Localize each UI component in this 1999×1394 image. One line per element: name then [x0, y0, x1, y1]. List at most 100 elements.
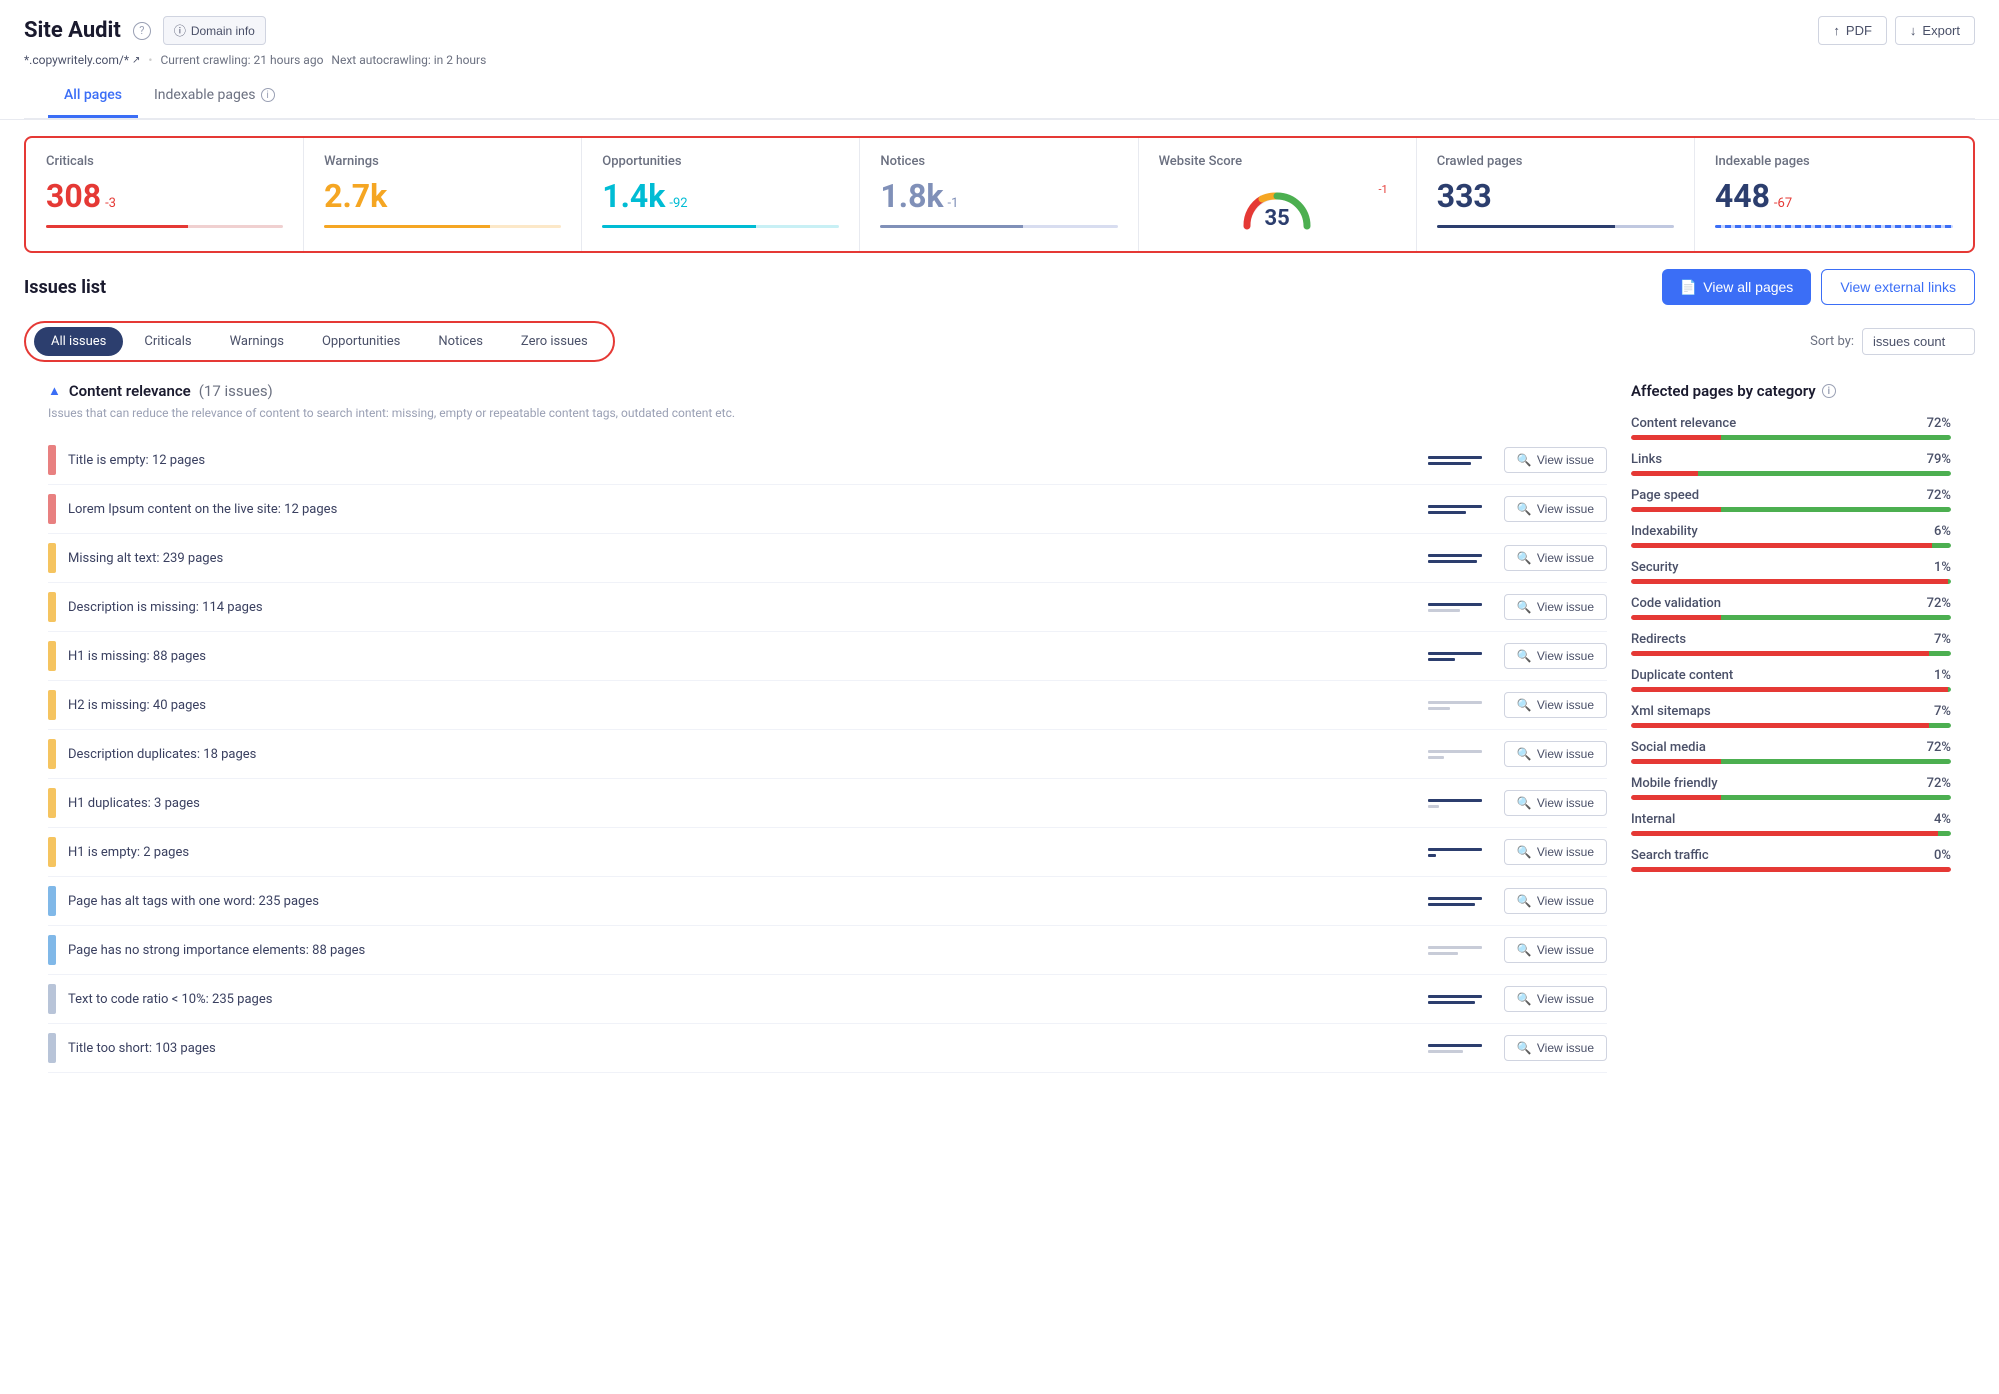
- filter-tab-opportunities[interactable]: Opportunities: [305, 327, 417, 356]
- category-pct: 72%: [1927, 488, 1951, 503]
- sidebar-title: Affected pages by category i: [1631, 382, 1951, 400]
- stat-card-warnings: Warnings 2.7k: [304, 138, 582, 251]
- category-pct: 7%: [1934, 704, 1951, 719]
- issue-text: H1 is missing: 88 pages: [68, 649, 1412, 664]
- stat-card-indexable: Indexable pages 448 -67: [1695, 138, 1973, 251]
- issue-bar: [1428, 451, 1488, 469]
- view-external-links-button[interactable]: View external links: [1821, 269, 1975, 305]
- stat-label-opportunities: Opportunities: [602, 154, 839, 169]
- domain-info-button[interactable]: ⓘ Domain info: [163, 16, 266, 45]
- issue-text: H2 is missing: 40 pages: [68, 698, 1412, 713]
- issue-row: Text to code ratio < 10%: 235 pages 🔍Vie…: [48, 975, 1607, 1024]
- category-name: Security: [1631, 560, 1678, 575]
- category-pct: 1%: [1934, 668, 1951, 683]
- stat-label-criticals: Criticals: [46, 154, 283, 169]
- search-icon: 🔍: [1517, 747, 1532, 761]
- issue-row: H2 is missing: 40 pages 🔍View issue: [48, 681, 1607, 730]
- category-pct: 1%: [1934, 560, 1951, 575]
- sort-select[interactable]: issues count: [1862, 328, 1975, 355]
- issue-row: Page has alt tags with one word: 235 pag…: [48, 877, 1607, 926]
- view-issue-button[interactable]: 🔍View issue: [1504, 594, 1607, 620]
- stat-card-criticals: Criticals 308 -3: [26, 138, 304, 251]
- issue-indicator-warning: [48, 690, 56, 720]
- issue-row: Title is empty: 12 pages 🔍View issue: [48, 436, 1607, 485]
- category-bar: [1631, 759, 1951, 764]
- view-issue-button[interactable]: 🔍View issue: [1504, 545, 1607, 571]
- view-issue-button[interactable]: 🔍View issue: [1504, 643, 1607, 669]
- filter-tab-notices[interactable]: Notices: [421, 327, 500, 356]
- issue-text: Description is missing: 114 pages: [68, 600, 1412, 615]
- category-bar: [1631, 615, 1951, 620]
- stat-value-warnings: 2.7k: [324, 177, 561, 215]
- category-pct: 0%: [1934, 848, 1951, 863]
- issue-indicator-warning: [48, 641, 56, 671]
- search-icon: 🔍: [1517, 894, 1532, 908]
- category-header: Xml sitemaps 7%: [1631, 704, 1951, 719]
- help-icon[interactable]: ?: [133, 22, 151, 40]
- view-issue-button[interactable]: 🔍View issue: [1504, 741, 1607, 767]
- category-name: Search traffic: [1631, 848, 1709, 863]
- filter-tab-criticals[interactable]: Criticals: [127, 327, 208, 356]
- category-name: Xml sitemaps: [1631, 704, 1711, 719]
- stat-bar-warnings: [324, 225, 561, 228]
- issue-bar: [1428, 892, 1488, 910]
- filter-tab-warnings[interactable]: Warnings: [213, 327, 301, 356]
- view-all-pages-button[interactable]: 📄 View all pages: [1662, 269, 1811, 305]
- filter-sort-row: All issues Criticals Warnings Opportunit…: [24, 321, 1975, 362]
- view-issue-button[interactable]: 🔍View issue: [1504, 888, 1607, 914]
- filter-tabs: All issues Criticals Warnings Opportunit…: [34, 327, 605, 356]
- issue-indicator-notice: [48, 984, 56, 1014]
- pdf-button[interactable]: ↑ PDF: [1818, 16, 1887, 45]
- view-issue-button[interactable]: 🔍View issue: [1504, 447, 1607, 473]
- stat-value-crawled: 333: [1437, 177, 1674, 215]
- filter-tab-zero-issues[interactable]: Zero issues: [504, 327, 605, 356]
- search-icon: 🔍: [1517, 649, 1532, 663]
- content-section-count: (17 issues): [199, 382, 273, 400]
- category-header: Indexability 6%: [1631, 524, 1951, 539]
- export-button[interactable]: ↓ Export: [1895, 16, 1975, 45]
- view-issue-button[interactable]: 🔍View issue: [1504, 790, 1607, 816]
- view-issue-button[interactable]: 🔍View issue: [1504, 839, 1607, 865]
- issue-bar: [1428, 941, 1488, 959]
- issue-indicator-info: [48, 886, 56, 916]
- stat-value-criticals: 308 -3: [46, 177, 283, 215]
- search-icon: 🔍: [1517, 600, 1532, 614]
- issue-row: Lorem Ipsum content on the live site: 12…: [48, 485, 1607, 534]
- view-issue-button[interactable]: 🔍View issue: [1504, 937, 1607, 963]
- view-issue-button[interactable]: 🔍View issue: [1504, 986, 1607, 1012]
- category-name: Mobile friendly: [1631, 776, 1718, 791]
- tab-all-pages[interactable]: All pages: [48, 75, 138, 118]
- tab-indexable-pages[interactable]: Indexable pages i: [138, 75, 291, 118]
- view-issue-button[interactable]: 🔍View issue: [1504, 692, 1607, 718]
- category-row: Indexability 6%: [1631, 524, 1951, 548]
- content-section-header: ▲ Content relevance (17 issues): [48, 382, 1607, 400]
- pdf-icon: ↑: [1833, 23, 1840, 38]
- view-issue-button[interactable]: 🔍View issue: [1504, 1035, 1607, 1061]
- sidebar-panel: Affected pages by category i Content rel…: [1631, 382, 1951, 1073]
- external-link-icon: ↗: [132, 55, 140, 66]
- stat-label-score: Website Score: [1159, 154, 1396, 169]
- category-pct: 72%: [1927, 416, 1951, 431]
- issue-bar: [1428, 598, 1488, 616]
- issue-bar: [1428, 696, 1488, 714]
- domain-link[interactable]: *.copywritely.com/* ↗: [24, 53, 140, 67]
- category-bar: [1631, 651, 1951, 656]
- category-row: Links 79%: [1631, 452, 1951, 476]
- issue-indicator-warning: [48, 543, 56, 573]
- filter-tab-all-issues[interactable]: All issues: [34, 327, 123, 356]
- sort-area: Sort by: issues count: [1810, 328, 1975, 355]
- category-row: Duplicate content 1%: [1631, 668, 1951, 692]
- view-issue-button[interactable]: 🔍View issue: [1504, 496, 1607, 522]
- section-toggle[interactable]: ▲: [48, 383, 61, 399]
- category-header: Mobile friendly 72%: [1631, 776, 1951, 791]
- stat-label-indexable: Indexable pages: [1715, 154, 1953, 169]
- stat-card-notices: Notices 1.8k -1: [860, 138, 1138, 251]
- stat-bar-crawled: [1437, 225, 1674, 228]
- stat-label-warnings: Warnings: [324, 154, 561, 169]
- stat-value-opportunities: 1.4k -92: [602, 177, 839, 215]
- page-title: Site Audit: [24, 18, 121, 43]
- stat-bar-indexable: [1715, 225, 1953, 228]
- category-bar: [1631, 471, 1951, 476]
- category-row: Page speed 72%: [1631, 488, 1951, 512]
- search-icon: 🔍: [1517, 502, 1532, 516]
